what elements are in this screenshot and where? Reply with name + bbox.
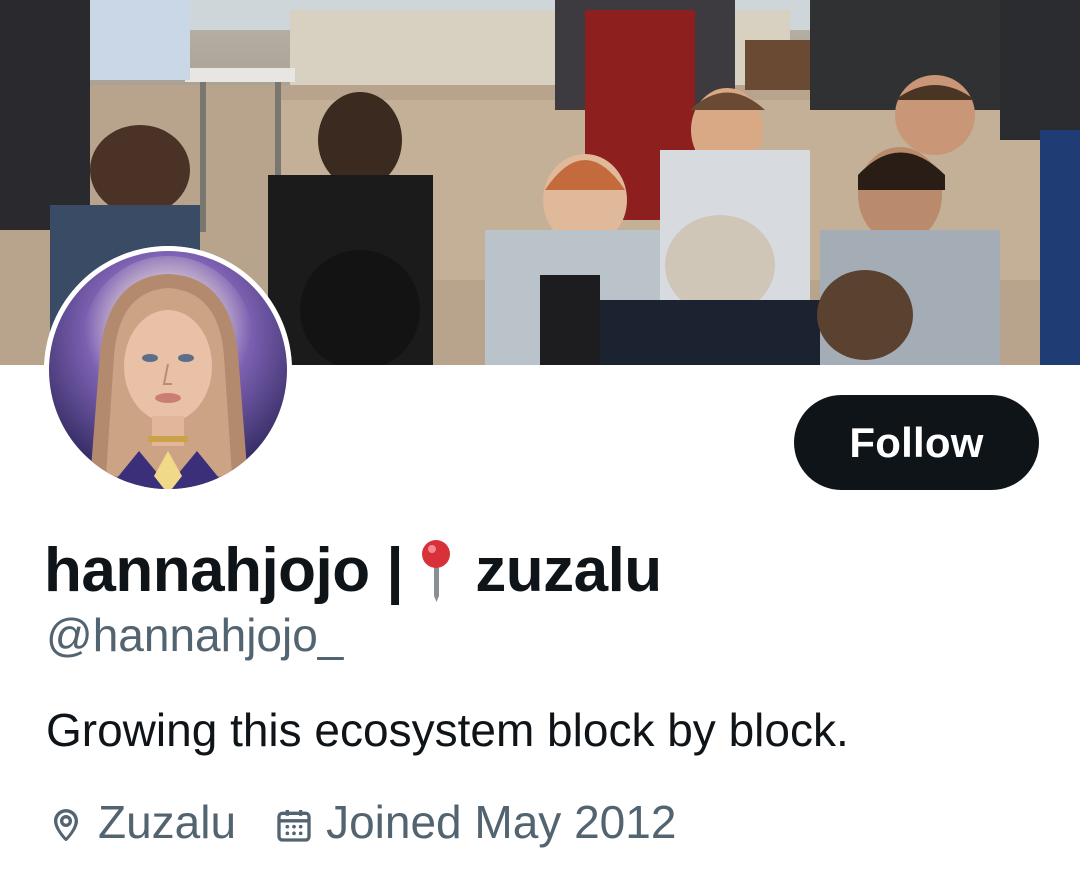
location-pin-icon [46,802,86,842]
round-pushpin-icon [419,538,453,602]
joined-date-text: Joined May 2012 [326,796,677,848]
avatar-portrait-illustration [44,246,292,494]
user-handle: @hannahjojo_ [46,609,344,661]
joined-item: Joined May 2012 [274,795,676,849]
profile-header: Follow hannahjojo | zuzalu @hannahjojo_ … [0,0,1080,885]
location-text: Zuzalu [98,796,237,848]
profile-meta: Zuzalu Joined May 2012 [46,790,676,854]
display-name: hannahjojo | zuzalu [44,530,662,610]
follow-button[interactable]: Follow [794,395,1039,490]
display-name-prefix: hannahjojo | [44,535,404,605]
bio: Growing this ecosystem block by block. [46,704,849,756]
location-item: Zuzalu [46,795,236,849]
avatar[interactable] [44,246,292,494]
display-name-suffix: zuzalu [475,535,662,605]
calendar-icon [274,802,314,842]
